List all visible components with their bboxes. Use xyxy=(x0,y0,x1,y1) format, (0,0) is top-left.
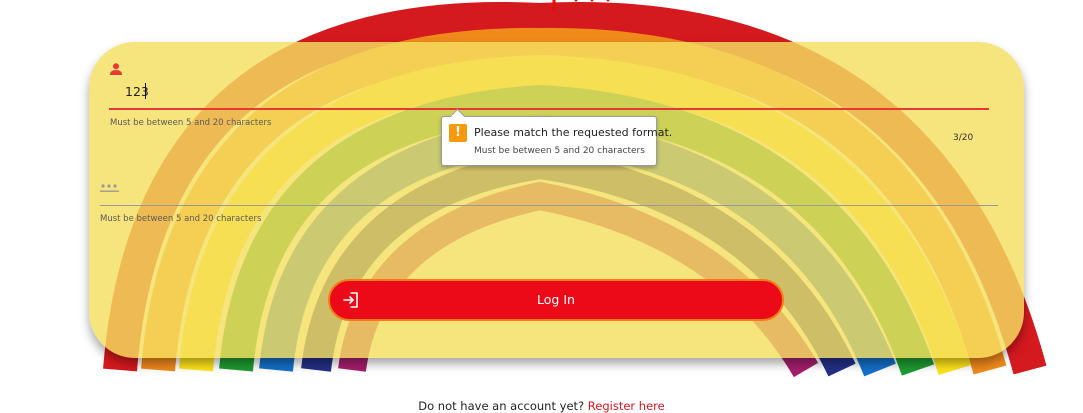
login-button[interactable]: Log In xyxy=(328,279,784,321)
password-dots-icon xyxy=(100,184,119,192)
username-underline xyxy=(109,108,989,110)
person-icon xyxy=(110,63,122,75)
tooltip-title: Please match the requested format. xyxy=(474,126,673,139)
login-button-label: Log In xyxy=(537,292,575,307)
password-input[interactable] xyxy=(100,205,998,206)
tooltip-detail: Must be between 5 and 20 characters xyxy=(474,146,645,156)
validation-tooltip: ! Please match the requested format. Mus… xyxy=(441,108,672,166)
text-caret xyxy=(145,83,146,99)
password-hint: Must be between 5 and 20 characters xyxy=(100,214,262,224)
page-title-script xyxy=(552,0,610,12)
username-hint: Must be between 5 and 20 characters xyxy=(110,118,272,128)
username-char-counter: 3/20 xyxy=(953,133,974,143)
warning-icon: ! xyxy=(449,124,467,142)
